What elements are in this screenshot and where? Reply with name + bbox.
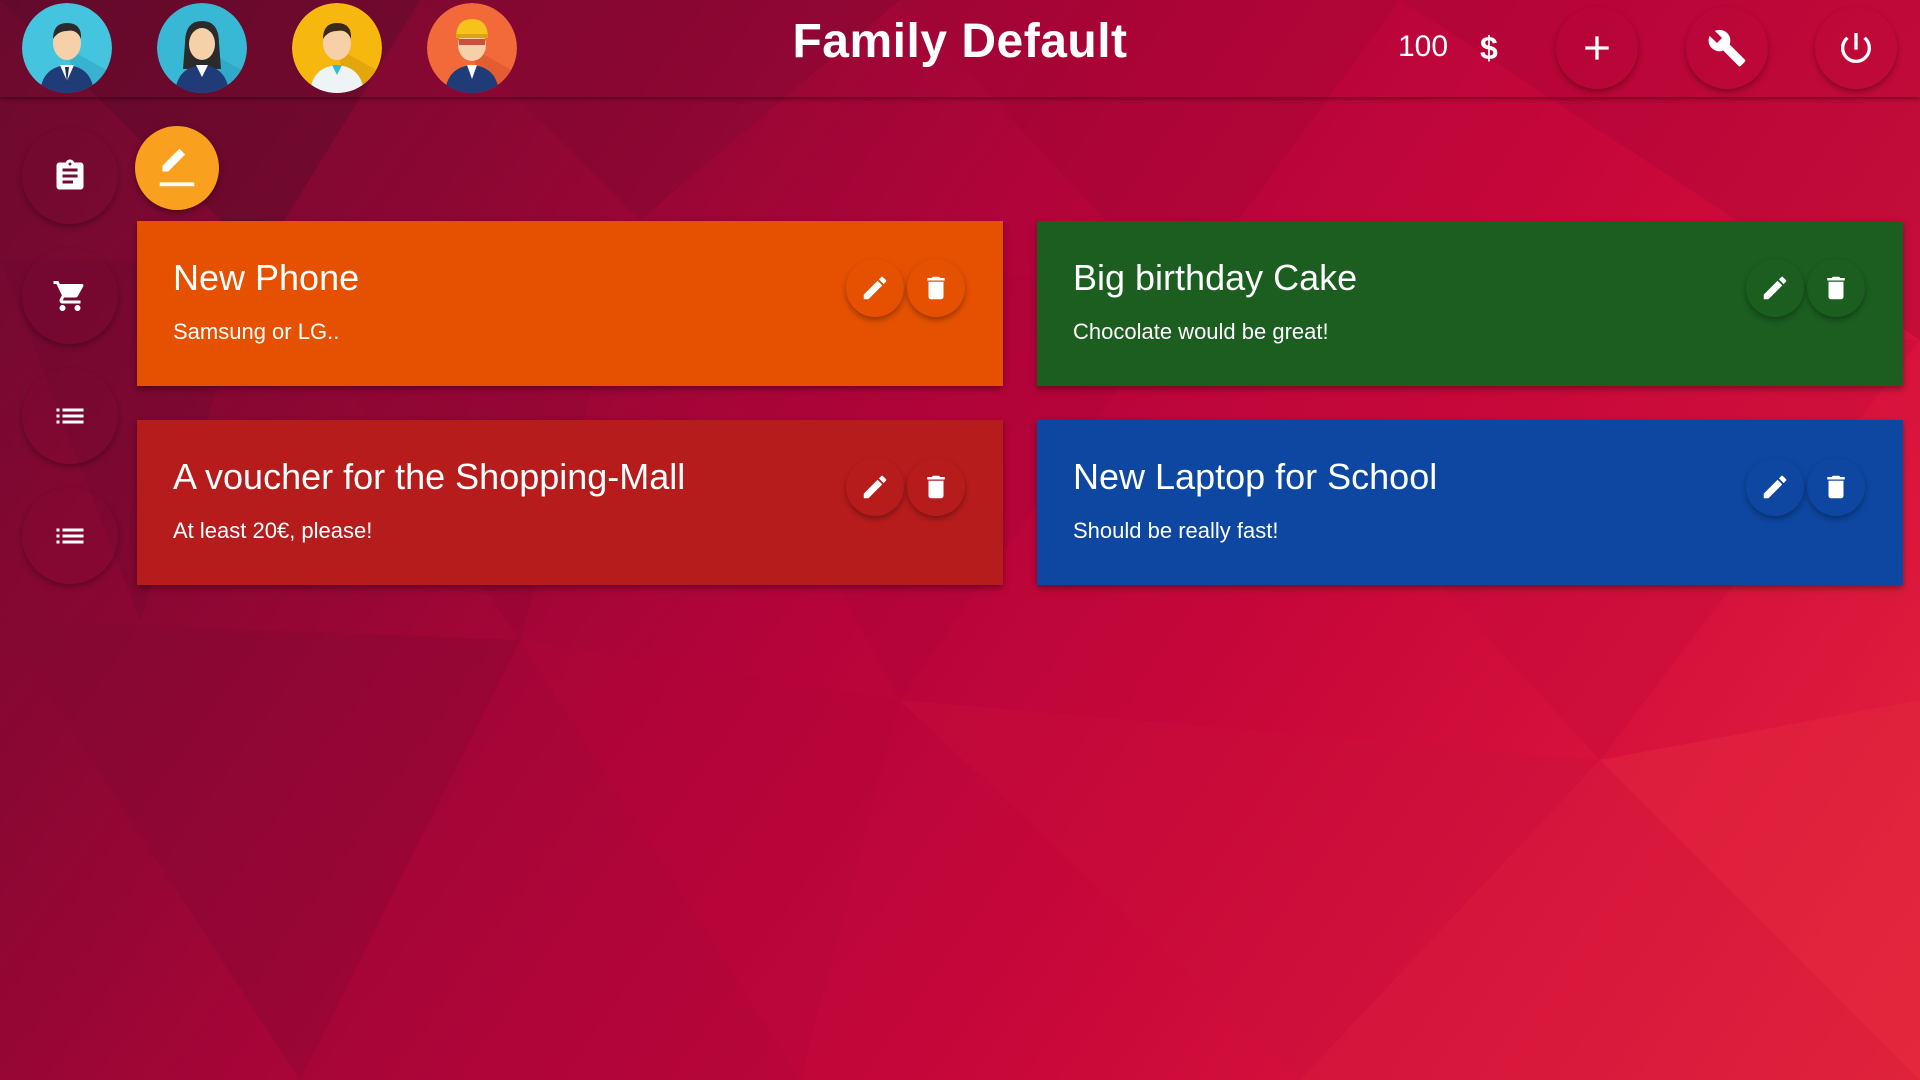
card-description: Samsung or LG.. [173, 319, 340, 344]
man-avatar-icon [22, 3, 112, 93]
card-description: Chocolate would be great! [1073, 319, 1329, 344]
card-description: Should be really fast! [1073, 518, 1279, 543]
woman-avatar-icon [157, 3, 247, 93]
edit-card-button[interactable] [1746, 458, 1804, 516]
worker-avatar-icon [427, 3, 517, 93]
sidebar-item-shopping[interactable] [22, 248, 118, 344]
pencil-icon [863, 276, 887, 300]
wish-card[interactable]: New Phone Samsung or LG.. [137, 221, 1003, 386]
edit-card-button[interactable] [846, 458, 904, 516]
avatar-3[interactable] [292, 3, 382, 93]
delete-card-button[interactable] [1807, 458, 1865, 516]
sidebar-item-list-1[interactable] [22, 368, 118, 464]
trash-icon [1827, 475, 1845, 499]
currency-symbol: $ [1480, 30, 1498, 66]
avatar-2[interactable] [157, 3, 247, 93]
edit-card-button[interactable] [846, 259, 904, 317]
cart-icon [53, 281, 84, 311]
trash-icon [927, 475, 945, 499]
trash-icon [927, 276, 945, 300]
clipboard-icon [56, 159, 84, 190]
avatar-1[interactable] [22, 3, 112, 93]
power-button[interactable] [1815, 7, 1897, 89]
card-title: A voucher for the Shopping-Mall [173, 456, 686, 497]
delete-card-button[interactable] [907, 458, 965, 516]
sidebar-item-wishlist[interactable] [22, 128, 118, 224]
wish-card[interactable]: Big birthday Cake Chocolate would be gre… [1037, 221, 1903, 386]
sidebar-item-list-2[interactable] [22, 488, 118, 584]
pencil-icon [1763, 276, 1787, 300]
settings-button[interactable] [1686, 7, 1768, 89]
edit-card-button[interactable] [1746, 259, 1804, 317]
edit-fab-button[interactable] [135, 126, 219, 210]
list-icon [56, 528, 84, 544]
card-title: Big birthday Cake [1073, 257, 1358, 298]
edit-icon [159, 148, 195, 187]
app-title: Family Default [792, 15, 1128, 68]
pencil-icon [863, 475, 887, 499]
wish-card[interactable]: A voucher for the Shopping-Mall At least… [137, 420, 1003, 585]
plus-icon [1585, 36, 1609, 60]
doctor-avatar-icon [292, 3, 382, 93]
card-title: New Phone [173, 257, 360, 298]
card-title: New Laptop for School [1073, 456, 1438, 497]
delete-card-button[interactable] [1807, 259, 1865, 317]
trash-icon [1827, 276, 1845, 300]
pencil-icon [1763, 475, 1787, 499]
delete-card-button[interactable] [907, 259, 965, 317]
list-icon [56, 408, 84, 424]
card-description: At least 20€, please! [173, 518, 373, 543]
top-bar: Family Default 100 $ [0, 0, 1920, 97]
avatar-4[interactable] [427, 3, 517, 93]
add-button[interactable] [1556, 7, 1638, 89]
wrench-icon [1708, 29, 1746, 67]
balance-amount: 100 [1398, 30, 1449, 63]
power-icon [1841, 33, 1871, 63]
wish-card[interactable]: New Laptop for School Should be really f… [1037, 420, 1903, 585]
